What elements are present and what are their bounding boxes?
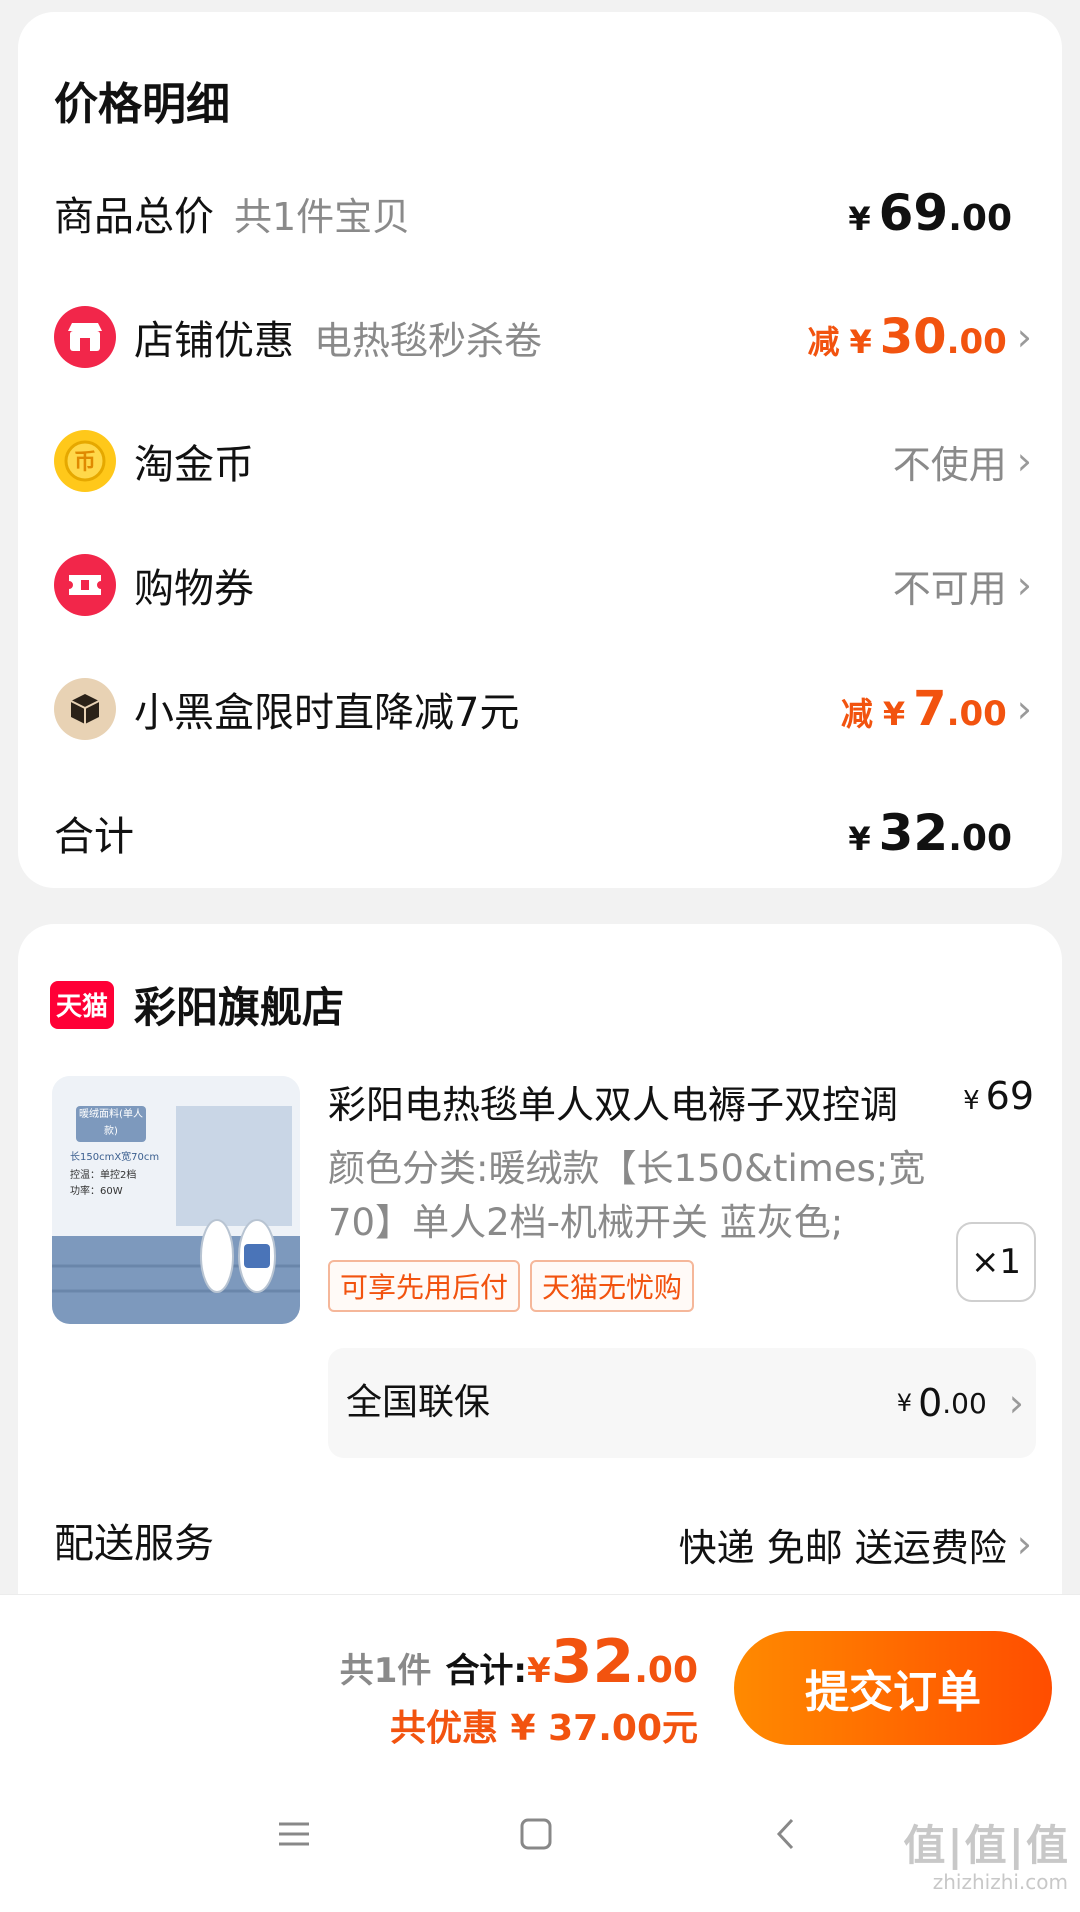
store-icon [54,306,116,368]
store-discount-label: 店铺优惠 [134,318,294,364]
goods-total-price: ¥ 69 .00 [848,184,1012,242]
image-power-text: 功率：60W [70,1186,123,1197]
total-decimal: .00 [634,1650,698,1691]
subtotal-row: 合计 ¥ 32 .00 [18,788,1062,878]
price-integer: 0 [918,1381,943,1425]
product-image[interactable]: 暖绒面料(单人款) 长150cmX宽70cm 控温：单控2档 功率：60W [52,1076,300,1324]
item-count: 共1件 [339,1651,432,1691]
total-label: 合计: [445,1651,528,1691]
watermark-url: zhizhizhi.com [932,1870,1068,1894]
price-integer: 69 [878,184,949,242]
chevron-right-icon: › [1016,563,1032,607]
coupon-status: 不可用 [892,566,1007,611]
price-detail-card: 价格明细 商品总价 共1件宝贝 ¥ 69 .00 店铺优惠 电热毯秒杀卷 减 ¥ [18,12,1062,888]
yen-sign: ¥ [882,695,906,733]
goods-total-row: 商品总价 共1件宝贝 ¥ 69 .00 [18,168,1062,258]
subtotal-label: 合计 [54,814,134,860]
price-decimal: .00 [948,818,1012,859]
watermark-logo: 值|值|值 [903,1821,1070,1870]
delivery-value: 快递 免邮 送运费险 [678,1525,1007,1570]
product-tags: 可享先用后付 天猫无忧购 [328,1260,704,1312]
image-size-text: 长150cmX宽70cm [70,1152,160,1163]
delivery-row[interactable]: 配送服务 快递 免邮 送运费险 › [18,1504,1062,1584]
store-header[interactable]: 天猫 彩阳旗舰店 [50,974,344,1035]
goods-total-label: 商品总价 [54,194,214,240]
price-value: 69 [985,1074,1034,1118]
yen-sign: ¥ [848,820,871,858]
image-ctrl-text: 控温：单控2档 [70,1170,137,1181]
submit-order-button[interactable]: 提交订单 [734,1631,1052,1745]
yen-sign: ¥ [896,1389,913,1417]
black-box-row[interactable]: 小黑盒限时直降减7元 减 ¥ 7 .00 › [18,664,1062,754]
total-savings: 共优惠 ¥ 37.00元 [390,1708,698,1749]
price-integer: 7 [913,681,947,737]
coupon-row[interactable]: 购物券 不可用 › [18,540,1062,630]
store-name: 彩阳旗舰店 [134,983,345,1032]
delivery-label: 配送服务 [54,1521,214,1567]
tag-pay-later: 可享先用后付 [328,1260,521,1312]
chevron-right-icon: › [1008,1381,1024,1425]
checkout-total: 共1件 合计: ¥ 32 .00 [340,1627,698,1697]
chevron-right-icon: › [1016,315,1032,359]
back-icon[interactable] [756,1804,816,1864]
chevron-right-icon: › [1016,1522,1032,1566]
store-card: 天猫 彩阳旗舰店 暖绒面料(单人款) 长150cmX宽70cm 控温：单控2档 … [18,924,1062,1624]
menu-icon[interactable] [264,1804,324,1864]
tmall-badge: 天猫 [50,980,114,1029]
price-decimal: .00 [946,694,1007,734]
box-icon [54,678,116,740]
minus-label: 减 [840,695,873,733]
warranty-row[interactable]: 全国联保 ¥ 0 .00 › [328,1348,1036,1458]
price-decimal: .00 [942,1386,987,1420]
price-detail-title: 价格明细 [54,79,230,130]
black-box-amount: 减 ¥ 7 .00 [841,681,1007,737]
yen-sign: ¥ [849,323,872,361]
store-discount-sub: 电热毯秒杀卷 [314,318,543,363]
minus-label: 减 [807,323,840,361]
svg-text:币: 币 [74,450,96,475]
image-badge-text: 暖绒面料(单人款) [79,1109,143,1137]
black-box-label: 小黑盒限时直降减7元 [134,690,520,736]
coin-icon: 币 [54,430,116,492]
product-spec[interactable]: 颜色分类:暖绒款【长150&times;宽70】单人2档-机械开关 蓝灰色; [328,1142,928,1250]
yen-sign: ¥ [527,1651,551,1691]
subtotal-price: ¥ 32 .00 [848,804,1012,862]
price-decimal: .00 [948,198,1012,239]
taojinbi-status: 不使用 [892,442,1007,487]
taojinbi-label: 淘金币 [134,442,254,488]
store-discount-amount: 减 ¥ 30 .00 [807,309,1006,365]
warranty-label: 全国联保 [346,1382,491,1423]
tag-tmall-worry-free: 天猫无忧购 [530,1260,695,1312]
goods-count: 共1件宝贝 [234,194,411,239]
quantity-stepper[interactable]: ×1 [956,1222,1036,1302]
product-title[interactable]: 彩阳电热毯单人双人电褥子双控调 [328,1074,928,1129]
chevron-right-icon: › [1016,439,1032,483]
yen-sign: ¥ [848,200,871,238]
taojinbi-row[interactable]: 币 淘金币 不使用 › [18,416,1062,506]
total-integer: 32 [550,1627,635,1697]
checkout-bar: 共1件 合计: ¥ 32 .00 共优惠 ¥ 37.00元 提交订单 [0,1594,1080,1764]
price-integer: 32 [878,804,949,862]
product-price: ¥ 69 [963,1074,1034,1118]
chevron-right-icon: › [1016,687,1032,731]
store-discount-row[interactable]: 店铺优惠 电热毯秒杀卷 减 ¥ 30 .00 › [18,292,1062,382]
price-decimal: .00 [946,322,1007,362]
ticket-icon [54,554,116,616]
coupon-label: 购物券 [134,566,254,612]
yen-sign: ¥ [963,1086,980,1116]
price-integer: 30 [879,309,947,365]
home-icon[interactable] [506,1804,566,1864]
